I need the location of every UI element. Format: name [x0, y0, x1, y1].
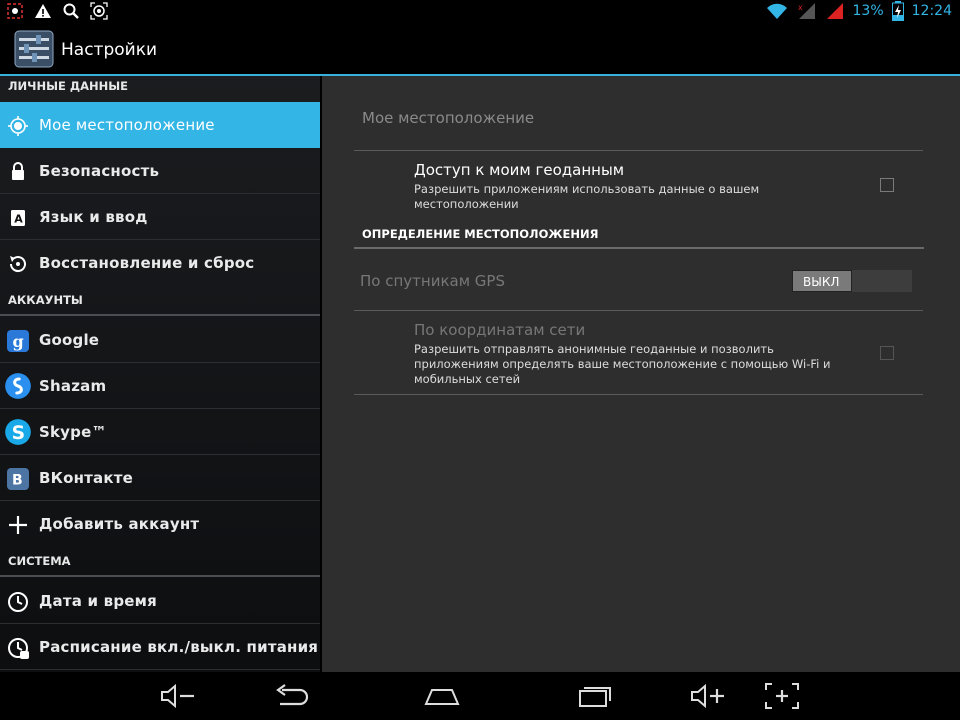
status-left-icons — [6, 2, 108, 20]
action-bar: Настройки — [0, 24, 960, 74]
sidebar-item-backup-reset[interactable]: Восстановление и сброс — [0, 240, 320, 286]
settings-app-icon[interactable] — [14, 30, 54, 68]
wifi-icon — [766, 3, 787, 19]
sidebar-item-power-schedule[interactable]: Расписание вкл./выкл. питания — [0, 624, 320, 670]
sidebar-item-google[interactable]: g Google — [0, 317, 320, 363]
svg-text:x: x — [798, 3, 803, 12]
section-header-label: АККАУНТЫ — [8, 293, 83, 307]
gps-toggle-knob: ВЫКЛ — [792, 270, 852, 292]
section-header-line — [0, 314, 320, 316]
location-settings-pane: Мое местоположение Доступ к моим геоданн… — [322, 76, 960, 672]
system-nav-bar — [0, 672, 960, 720]
warning-icon — [35, 4, 51, 18]
screenshot-icon — [7, 3, 23, 19]
section-header-label: ЛИЧНЫЕ ДАННЫЕ — [8, 79, 129, 93]
pref-geo-access-title: Доступ к моим геоданным — [414, 161, 625, 179]
pref-geo-access[interactable]: Доступ к моим геоданным Разрешить прилож… — [354, 151, 923, 219]
sidebar-item-label: Язык и ввод — [39, 208, 148, 226]
battery-charging-icon — [891, 1, 904, 21]
location-target-icon — [90, 2, 108, 20]
sidebar-item-language[interactable]: A Язык и ввод — [0, 194, 320, 240]
category-header-location-method: ОПРЕДЕЛЕНИЕ МЕСТОПОЛОЖЕНИЯ — [362, 227, 599, 241]
geo-access-checkbox[interactable] — [880, 178, 894, 192]
status-right-icons: x 13% 12:24 — [765, 1, 952, 21]
section-header-accounts: АККАУНТЫ — [0, 288, 320, 316]
sidebar-item-label: Восстановление и сброс — [39, 254, 255, 272]
content-title: Мое местоположение — [362, 109, 535, 127]
sidebar-item-vkontakte[interactable]: B ВКонтакте — [0, 455, 320, 501]
google-icon: g — [7, 330, 29, 352]
sidebar-item-label: Skype™ — [39, 423, 107, 441]
sidebar-item-label: Расписание вкл./выкл. питания — [39, 638, 319, 656]
svg-text:g: g — [13, 332, 24, 351]
section-header-line — [0, 575, 320, 577]
status-bar: x 13% 12:24 — [0, 0, 960, 24]
screenshot-capture-icon[interactable] — [762, 682, 802, 710]
shazam-icon — [5, 373, 31, 399]
battery-percent: 13% — [852, 3, 884, 19]
sidebar-item-label: Мое местоположение — [39, 116, 215, 134]
restore-icon — [9, 256, 26, 273]
svg-text:B: B — [12, 473, 23, 489]
signal-icon-2 — [826, 3, 843, 19]
svg-text:S: S — [12, 423, 25, 444]
clock: 12:24 — [911, 3, 952, 19]
gps-toggle-label: ВЫКЛ — [803, 275, 840, 289]
section-header-label: СИСТЕМА — [8, 554, 71, 568]
sidebar-item-location[interactable]: Мое местоположение — [0, 102, 320, 148]
volume-down-icon[interactable] — [158, 682, 198, 710]
pref-geo-access-summary: Разрешить приложениям использовать данны… — [414, 182, 760, 211]
divider — [354, 394, 923, 395]
section-header-personal: ЛИЧНЫЕ ДАННЫЕ — [0, 76, 320, 100]
sidebar-item-shazam[interactable]: Shazam — [0, 363, 320, 409]
settings-sidebar: ЛИЧНЫЕ ДАННЫЕ Мое местоположение Безопас… — [0, 76, 320, 672]
network-location-checkbox[interactable] — [880, 346, 894, 360]
pref-gps-title: По спутникам GPS — [360, 272, 505, 290]
sidebar-item-security[interactable]: Безопасность — [0, 148, 320, 194]
page-title: Настройки — [61, 40, 158, 60]
signal-icon: x — [798, 3, 815, 19]
sidebar-item-label: ВКонтакте — [39, 469, 134, 487]
sidebar-item-label: Google — [39, 331, 100, 349]
section-header-system: СИСТЕМА — [0, 549, 320, 577]
sidebar-item-date-time[interactable]: Дата и время — [0, 578, 320, 624]
skype-icon: S — [5, 419, 31, 445]
divider — [0, 669, 320, 670]
recent-apps-icon[interactable] — [574, 682, 614, 710]
volume-up-icon[interactable] — [688, 682, 728, 710]
search-icon — [63, 3, 79, 19]
sidebar-item-label: Безопасность — [39, 162, 160, 180]
svg-text:A: A — [14, 213, 23, 226]
home-icon[interactable] — [422, 682, 462, 710]
back-icon[interactable] — [272, 682, 312, 710]
pref-network-summary: Разрешить отправлять анонимные геоданные… — [414, 342, 831, 386]
clock-icon — [8, 592, 28, 612]
power-schedule-icon — [8, 638, 29, 659]
sidebar-item-skype[interactable]: S Skype™ — [0, 409, 320, 455]
sidebar-item-add-account[interactable]: Добавить аккаунт — [0, 501, 320, 547]
pref-network-title: По координатам сети — [414, 321, 586, 339]
vk-icon: B — [7, 468, 29, 490]
lock-icon — [12, 162, 24, 180]
gps-toggle[interactable]: ВЫКЛ — [792, 270, 912, 292]
sidebar-item-label: Добавить аккаунт — [39, 515, 200, 533]
location-icon — [8, 116, 28, 136]
keyboard-a-icon: A — [11, 210, 25, 226]
plus-icon — [9, 516, 27, 534]
sidebar-item-label: Shazam — [39, 377, 107, 395]
pref-network-location[interactable]: По координатам сети Разрешить отправлять… — [354, 311, 923, 393]
sidebar-item-label: Дата и время — [39, 592, 157, 610]
